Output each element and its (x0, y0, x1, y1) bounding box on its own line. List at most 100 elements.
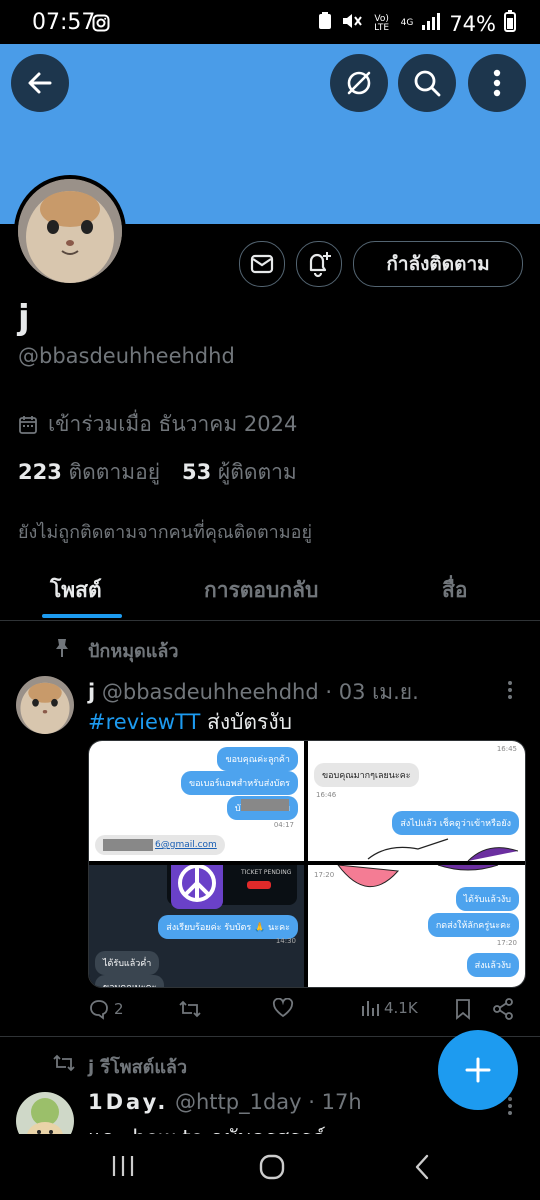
tweet-author-avatar[interactable] (16, 676, 74, 734)
chat-timestamp: 04:17 (273, 821, 294, 829)
following-label: ติดตามอยู่ (68, 460, 160, 484)
status-bar: 07:57 Vo) LTE 4G 74% (0, 0, 540, 44)
envelope-icon (250, 254, 274, 274)
not-followed-note: ยังไม่ถูกติดตามจากคนที่คุณติดตามอยู่ (18, 522, 312, 543)
tweet-actions: 2 4.1K (88, 998, 528, 1026)
chat-bubble: ขอบคุณนะคะ (95, 975, 165, 987)
circle-slash-icon (347, 71, 371, 95)
more-vertical-icon (493, 69, 501, 97)
recents-icon (112, 1156, 134, 1176)
media-image-1[interactable]: ขอบคุณค่ะลูกค้า ขอเบอร์แอพสำหรับส่งบัตร … (89, 741, 304, 861)
profile-name: j (18, 298, 30, 338)
following-count: 223 (18, 460, 62, 484)
battery-icon (504, 10, 516, 37)
followers-stat[interactable]: 53 ผู้ติดตาม (182, 456, 297, 489)
tab-replies[interactable]: การตอบกลับ (204, 574, 318, 607)
tweet2-time: · 17h (308, 1090, 362, 1114)
views-chart-icon (362, 1001, 379, 1016)
back-nav-button[interactable] (414, 1154, 430, 1184)
back-button[interactable] (11, 54, 69, 112)
following-stat[interactable]: 223 ติดตามอยู่ (18, 456, 160, 489)
tweet-more-button[interactable] (506, 680, 514, 704)
reply-button[interactable]: 2 (88, 998, 124, 1020)
tweet2-author-name[interactable]: 1Day. (88, 1090, 168, 1114)
followers-count: 53 (182, 460, 212, 484)
volte-label: Vo) LTE (374, 13, 390, 33)
chat-bubble: ได้รับแล้วค่ำ (95, 951, 160, 975)
follow-stats: 223 ติดตามอยู่ 53 ผู้ติดตาม (18, 456, 297, 489)
tweet-media-grid[interactable]: ขอบคุณค่ะลูกค้า ขอเบอร์แอพสำหรับส่งบัตร … (88, 740, 526, 988)
tweet2-header: 1Day. @http_1day · 17h (88, 1090, 362, 1114)
mute-icon (341, 11, 363, 36)
search-button[interactable] (398, 54, 456, 112)
active-tab-indicator (42, 614, 122, 618)
share-icon (493, 998, 513, 1020)
tweet2-author-handle[interactable]: @http_1day (175, 1090, 302, 1114)
share-button[interactable] (492, 998, 514, 1020)
tweet-author-name[interactable]: j (88, 680, 95, 704)
bookmark-icon (456, 999, 470, 1020)
chat-bubble: ส่งแล้วงับ (466, 953, 519, 977)
plus-icon (465, 1057, 491, 1083)
chat-bubble: ส่งไปแล้ว เช็คดูว่าเข้าหรือยัง (392, 811, 519, 835)
compose-fab[interactable] (438, 1030, 518, 1110)
redaction-block (103, 839, 153, 851)
reply-count: 2 (114, 1000, 124, 1018)
tweet-date: · 03 เม.ย. (325, 680, 419, 704)
repost-label: j รีโพสต์แล้ว (88, 1057, 188, 1078)
chat-timestamp: 14:30 (275, 937, 296, 945)
instagram-icon (92, 14, 110, 36)
home-button[interactable] (259, 1154, 285, 1184)
peace-icon (178, 865, 216, 902)
recent-apps-button[interactable] (110, 1154, 136, 1182)
media-image-4[interactable]: 17:20 ได้รับแล้วงับ กดส่งให้ลักครู่นะคะ … (308, 865, 525, 987)
bookmark-button[interactable] (454, 998, 472, 1020)
like-button[interactable] (272, 998, 294, 1018)
peace-artwork (171, 865, 223, 909)
chat-bubble: กดส่งให้ลักครู่นะคะ (427, 913, 519, 937)
tab-posts[interactable]: โพสต์ (50, 574, 102, 607)
more-vertical-icon (508, 1097, 512, 1115)
calendar-icon (19, 415, 37, 434)
chat-bubble: ขอเบอร์แอพสำหรับส่งบัตร (180, 771, 298, 795)
joined-text: เข้าร่วมเมื่อ ธันวาคม 2024 (48, 412, 298, 436)
repost-button[interactable] (178, 998, 202, 1020)
message-button[interactable] (239, 241, 285, 287)
search-icon (414, 70, 441, 97)
joined-date: เข้าร่วมเมื่อ ธันวาคม 2024 (18, 408, 297, 441)
media-image-3[interactable]: TICKET PENDING ส่งเรียบร้อยค่ะ รับบัตร 🙏… (89, 865, 304, 987)
chat-bubble: ขอบคุณมากๆเลยนะคะ (314, 763, 419, 787)
pin-icon (54, 638, 70, 662)
chevron-left-icon (415, 1154, 429, 1180)
tweet2-text: และ how to ฉบับครสรรค์ (88, 1122, 326, 1134)
system-nav-bar (0, 1134, 540, 1200)
following-button[interactable]: กำลังติดตาม (353, 241, 523, 287)
media-image-2[interactable]: 16:45 ขอบคุณมากๆเลยนะคะ 16:46 ส่งไปแล้ว … (308, 741, 525, 861)
reply-icon (90, 1000, 108, 1020)
tweet-author-handle[interactable]: @bbasdeuhheehdhd (102, 680, 319, 704)
ticket-badge (247, 881, 271, 889)
tweet-text: #reviewTT ส่งบัตรงับ (88, 706, 292, 739)
profile-handle: @bbasdeuhheehdhd (18, 344, 235, 368)
chat-bubble: ขอบคุณค่ะลูกค้า (217, 747, 298, 771)
ticket-status: TICKET PENDING (241, 869, 292, 876)
tweet-hashtag[interactable]: #reviewTT (88, 710, 200, 734)
pinned-label: ปักหมุดแล้ว (88, 641, 179, 662)
battery-level: 74% (449, 11, 496, 36)
tweet2-more-button[interactable] (506, 1096, 514, 1120)
cat-face-icon (18, 179, 122, 283)
status-icons: Vo) LTE 4G 74% (317, 10, 516, 37)
heart-icon (272, 998, 294, 1018)
signal-icon (421, 12, 441, 36)
hide-reposts-button[interactable] (330, 54, 388, 112)
status-time: 07:57 (32, 10, 96, 35)
views-button[interactable]: 4.1K (360, 998, 418, 1018)
notifications-button[interactable] (296, 241, 342, 287)
more-options-button[interactable] (468, 54, 526, 112)
chat-timestamp: 16:46 (316, 791, 337, 799)
profile-avatar[interactable] (14, 175, 126, 287)
chat-bubble: ส่งเรียบร้อยค่ะ รับบัตร 🙏 นะคะ (158, 915, 298, 939)
tab-media[interactable]: สื่อ (442, 574, 467, 607)
views-count: 4.1K (384, 999, 418, 1017)
home-circle-icon (259, 1154, 285, 1180)
